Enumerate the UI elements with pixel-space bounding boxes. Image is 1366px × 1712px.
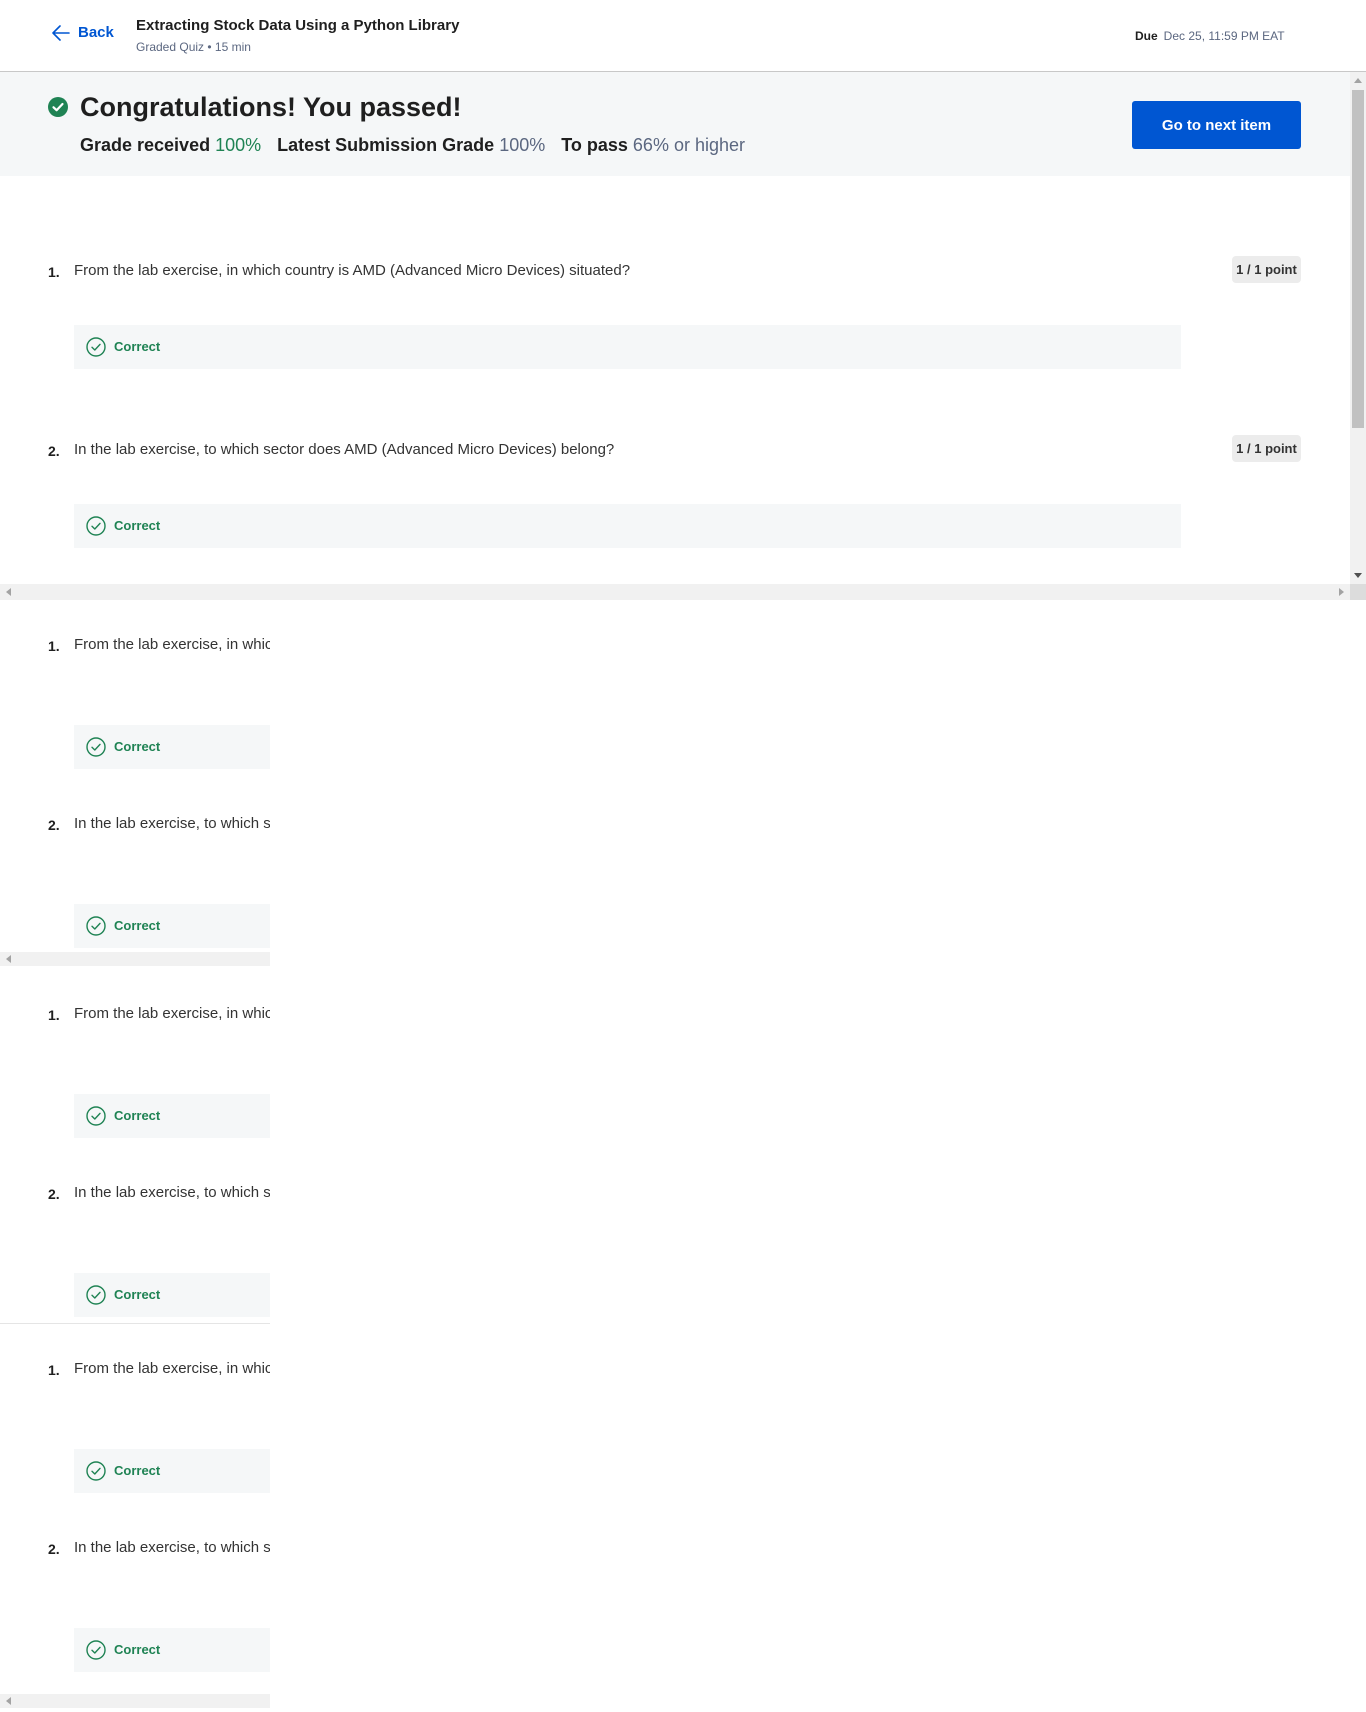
quiz-subtitle: Graded Quiz • 15 min xyxy=(136,40,251,54)
feedback-label: Correct xyxy=(114,518,161,533)
vertical-scrollbar[interactable] xyxy=(1350,72,1366,584)
feedback-label: Correct xyxy=(114,339,161,354)
feedback-label: Correct xyxy=(114,1287,161,1302)
check-circle-outline-icon xyxy=(86,916,106,936)
question-number: 2. xyxy=(48,1186,60,1202)
question-number: 1. xyxy=(48,1007,60,1023)
back-button[interactable]: Back xyxy=(52,24,114,41)
feedback-box: Correct xyxy=(74,1628,270,1672)
check-circle-outline-icon xyxy=(86,337,106,357)
feedback-box: Correct xyxy=(74,1094,270,1138)
scrollbar-corner xyxy=(1350,584,1366,600)
clipped-question-panel: 1. From the lab exercise, in whic Correc… xyxy=(0,1324,270,1712)
points-badge: 1 / 1 point xyxy=(1232,435,1301,462)
check-circle-outline-icon xyxy=(86,737,106,757)
horizontal-scrollbar[interactable] xyxy=(0,584,1350,600)
feedback-box: Correct xyxy=(74,1273,270,1317)
latest-value: 100% xyxy=(499,135,546,155)
scroll-left-arrow-icon[interactable] xyxy=(6,955,11,963)
check-circle-outline-icon xyxy=(86,1461,106,1481)
feedback-label: Correct xyxy=(114,1642,161,1657)
check-circle-outline-icon xyxy=(86,1285,106,1305)
quiz-title: Extracting Stock Data Using a Python Lib… xyxy=(136,17,460,34)
top-bar: Back Extracting Stock Data Using a Pytho… xyxy=(0,0,1366,72)
question-text: From the lab exercise, in whic xyxy=(74,1360,270,1377)
to-pass-label: To pass xyxy=(561,135,628,155)
feedback-label: Correct xyxy=(114,1463,161,1478)
due-date: Due Dec 25, 11:59 PM EAT xyxy=(1135,29,1285,43)
scrollbar-thumb[interactable] xyxy=(1352,90,1364,428)
question-text: In the lab exercise, to which se xyxy=(74,1184,270,1201)
check-circle-outline-icon xyxy=(86,516,106,536)
question-text: From the lab exercise, in whic xyxy=(74,636,270,653)
question-text: In the lab exercise, to which se xyxy=(74,1539,270,1556)
feedback-box: Correct xyxy=(74,904,270,948)
feedback-box: Correct xyxy=(74,504,1181,548)
grade-summary: Grade received 100% Latest Submission Gra… xyxy=(80,135,745,156)
grade-received-value: 100% xyxy=(215,135,262,155)
question-text: In the lab exercise, to which se xyxy=(74,815,270,832)
feedback-label: Correct xyxy=(114,1108,161,1123)
feedback-label: Correct xyxy=(114,739,161,754)
question-text: From the lab exercise, in which country … xyxy=(74,262,631,279)
latest-label: Latest Submission Grade xyxy=(277,135,495,155)
arrow-left-icon xyxy=(52,24,70,41)
feedback-box: Correct xyxy=(74,1449,270,1493)
grade-received-label: Grade received xyxy=(80,135,211,155)
feedback-box: Correct xyxy=(74,725,270,769)
scroll-up-arrow-icon[interactable] xyxy=(1354,78,1362,83)
scroll-left-arrow-icon[interactable] xyxy=(6,1697,11,1705)
go-to-next-item-button[interactable]: Go to next item xyxy=(1132,101,1301,149)
to-pass: To pass 66% or higher xyxy=(561,135,745,156)
latest-submission-grade: Latest Submission Grade 100% xyxy=(277,135,545,156)
clipped-question-panel: 1. From the lab exercise, in whic Correc… xyxy=(0,600,270,970)
check-circle-outline-icon xyxy=(86,1640,106,1660)
grade-received: Grade received 100% xyxy=(80,135,261,156)
question-number: 1. xyxy=(48,264,60,280)
quiz-results-frame: Congratulations! You passed! Grade recei… xyxy=(0,72,1366,600)
scroll-right-arrow-icon[interactable] xyxy=(1339,588,1344,596)
scroll-left-arrow-icon[interactable] xyxy=(6,588,11,596)
question-text: In the lab exercise, to which sector doe… xyxy=(74,441,615,458)
due-value: Dec 25, 11:59 PM EAT xyxy=(1163,29,1285,43)
back-label: Back xyxy=(78,24,114,41)
scroll-down-arrow-icon[interactable] xyxy=(1354,573,1362,578)
feedback-label: Correct xyxy=(114,918,161,933)
due-label: Due xyxy=(1135,29,1158,43)
check-circle-filled-icon xyxy=(48,97,68,117)
clipped-question-panel: 1. From the lab exercise, in whic Correc… xyxy=(0,969,270,1324)
question-number: 1. xyxy=(48,1362,60,1378)
question-number: 2. xyxy=(48,1541,60,1557)
pass-heading: Congratulations! You passed! xyxy=(80,92,462,122)
question-text: From the lab exercise, in whic xyxy=(74,1005,270,1022)
check-circle-outline-icon xyxy=(86,1106,106,1126)
points-badge: 1 / 1 point xyxy=(1232,256,1301,283)
feedback-box: Correct xyxy=(74,325,1181,369)
question-number: 2. xyxy=(48,817,60,833)
pass-banner: Congratulations! You passed! Grade recei… xyxy=(0,72,1350,176)
to-pass-value: 66% or higher xyxy=(632,135,745,155)
question-number: 1. xyxy=(48,638,60,654)
horizontal-scrollbar[interactable] xyxy=(0,1694,270,1708)
question-number: 2. xyxy=(48,443,60,459)
horizontal-scrollbar[interactable] xyxy=(0,952,270,966)
